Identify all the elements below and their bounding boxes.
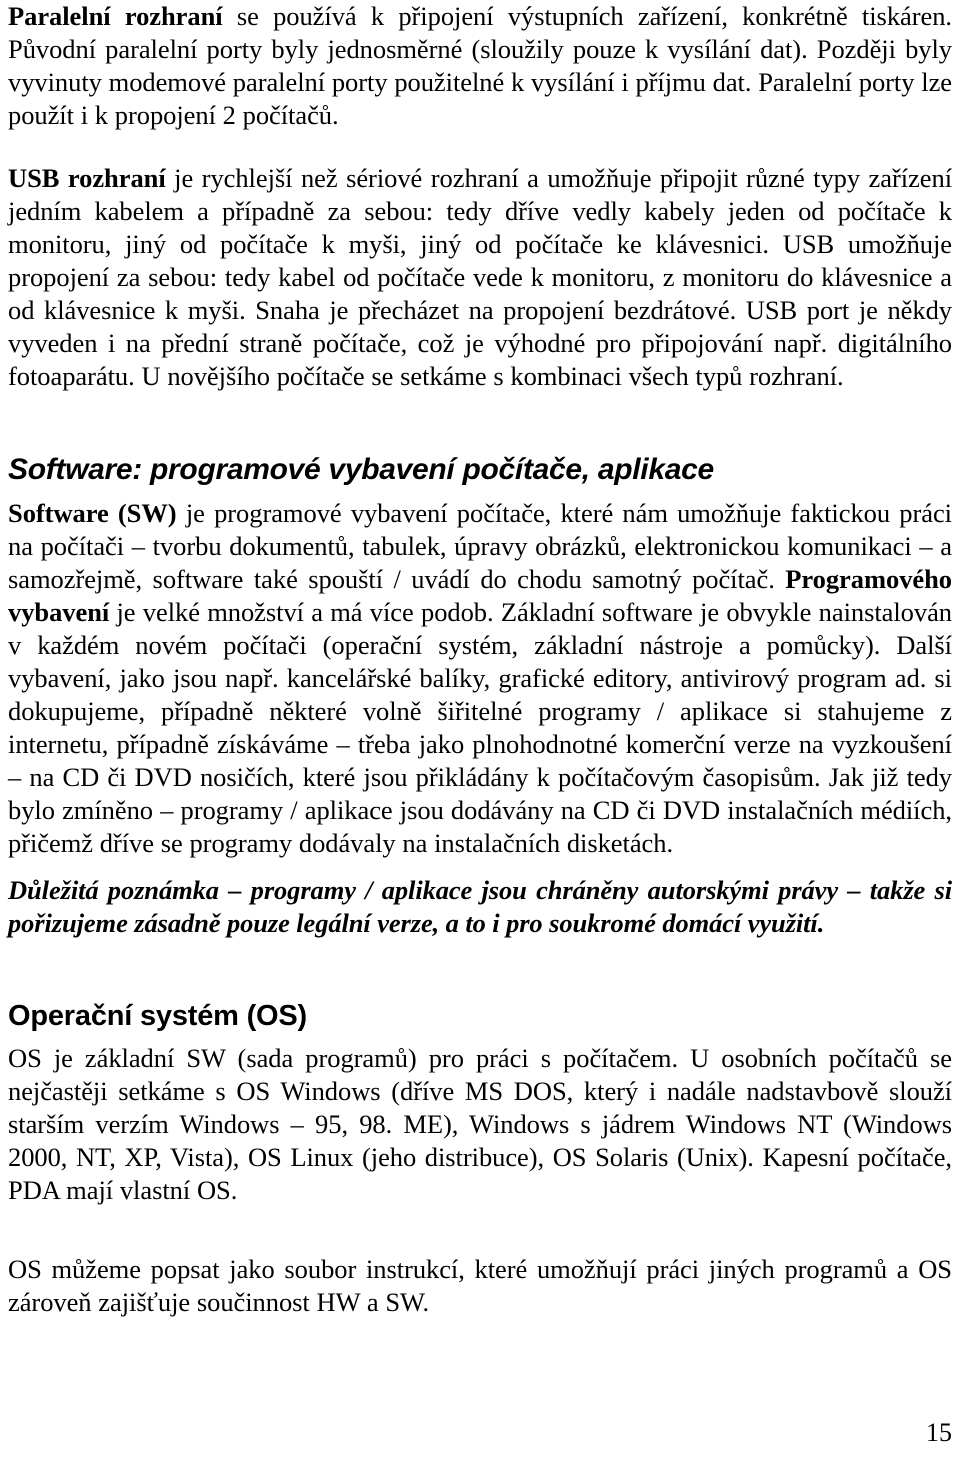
software-body-part2: je velké množství a má více podob. Zákla… xyxy=(8,597,952,858)
page-footer: 15 xyxy=(8,1418,952,1448)
spacer-after-parallel xyxy=(8,132,952,162)
paragraph-os-definition: OS můžeme popsat jako soubor instrukcí, … xyxy=(8,1254,952,1317)
paragraph-os-intro: OS je základní SW (sada programů) pro pr… xyxy=(8,1043,952,1205)
heading-operating-system: Operační systém (OS) xyxy=(8,1000,307,1032)
page-number: 15 xyxy=(926,1418,952,1447)
heading-software: Software: programové vybavení počítače, … xyxy=(8,453,714,486)
spacer-before-software-heading xyxy=(8,393,952,453)
paragraph-usb-interface: USB rozhraní je rychlejší než sériové ro… xyxy=(8,162,952,393)
parallel-interface-lead: Paralelní rozhraní xyxy=(8,1,223,31)
spacer-before-os-heading xyxy=(8,940,952,1000)
spacer-after-software-heading xyxy=(8,487,952,497)
software-lead: Software (SW) xyxy=(8,498,177,528)
paragraph-parallel-interface: Paralelní rozhraní se používá k připojen… xyxy=(8,0,952,132)
paragraph-important-note: Důležitá poznámka – programy / aplikace … xyxy=(8,875,952,938)
spacer-before-note xyxy=(8,860,952,874)
usb-interface-body: je rychlejší než sériové rozhraní a umož… xyxy=(8,163,953,391)
spacer-after-os-heading xyxy=(8,1033,952,1042)
paragraph-software: Software (SW) je programové vybavení poč… xyxy=(8,497,952,860)
document-page: Paralelní rozhraní se používá k připojen… xyxy=(0,0,960,1462)
usb-interface-lead: USB rozhraní xyxy=(8,163,166,193)
spacer-between-os-paragraphs xyxy=(8,1207,952,1253)
